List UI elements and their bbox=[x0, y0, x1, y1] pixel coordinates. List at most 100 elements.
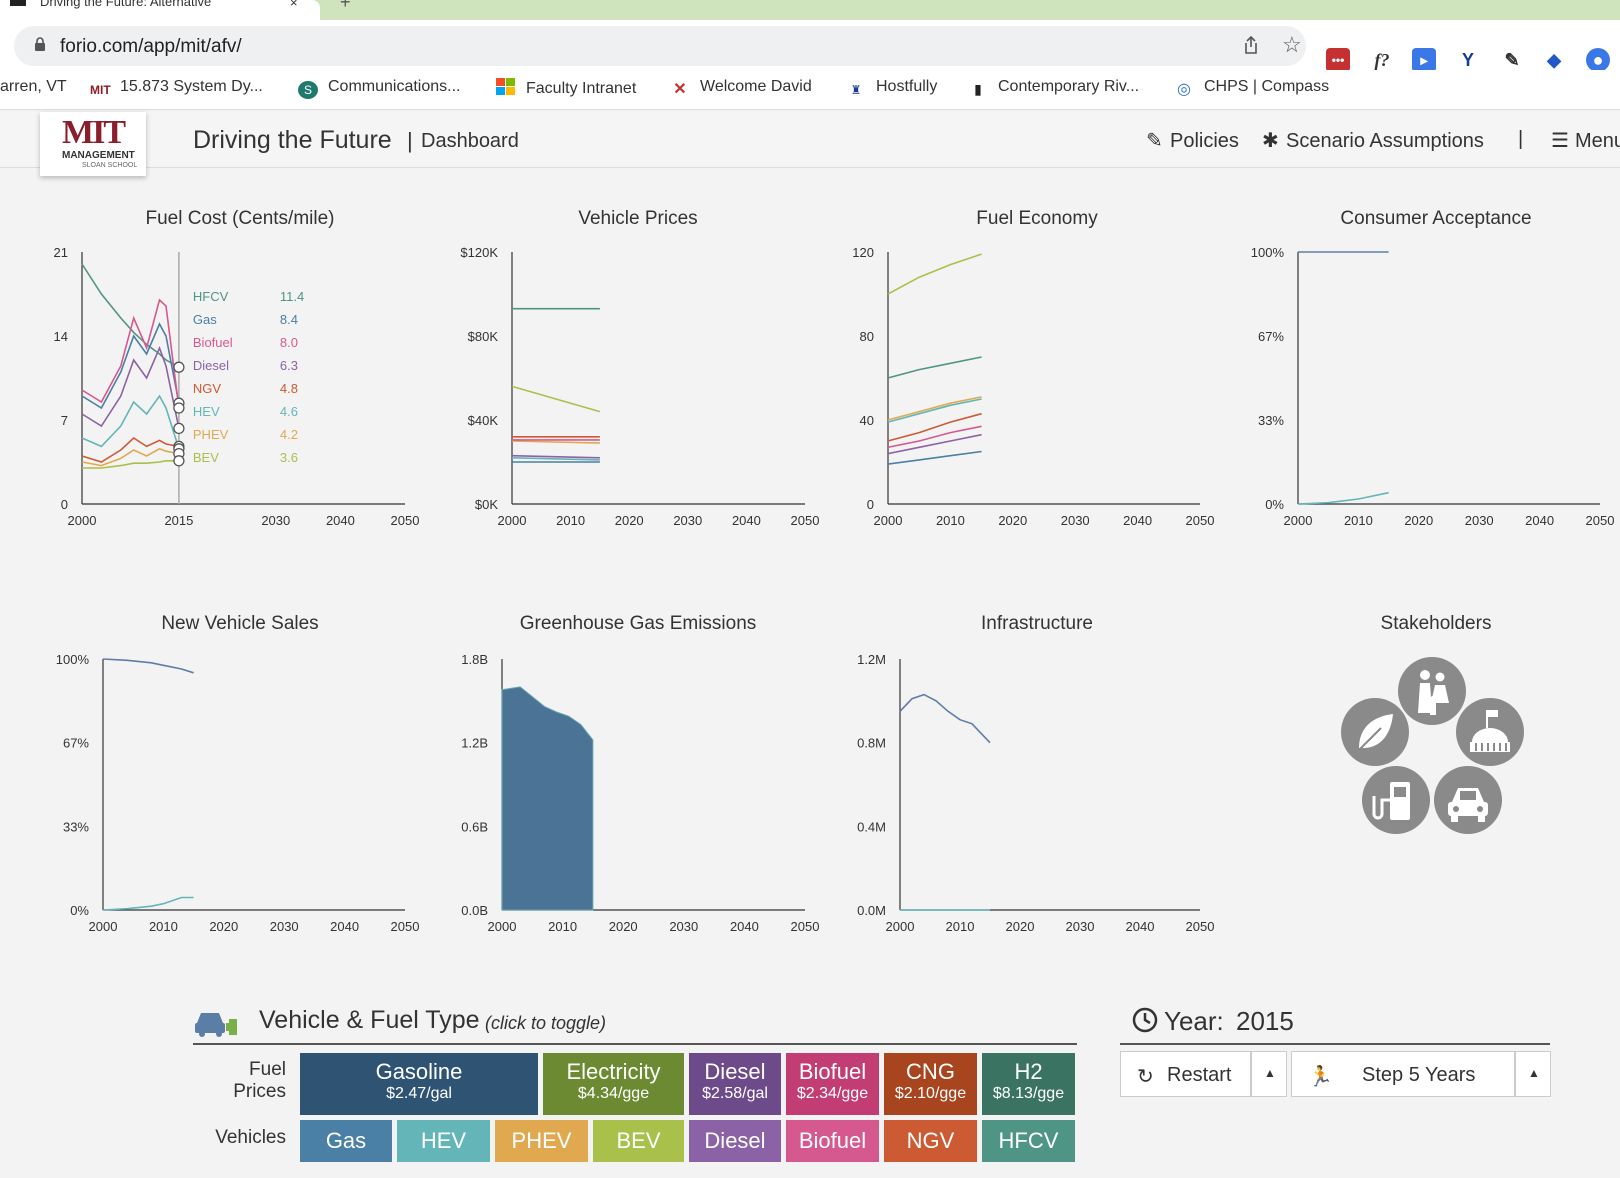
vehicle-tile-diesel[interactable]: Diesel bbox=[689, 1120, 781, 1162]
vehicle-tile-hfcv[interactable]: HFCV bbox=[982, 1120, 1075, 1162]
caret-up-icon: ▲ bbox=[1264, 1066, 1276, 1080]
x-tick-label: 2010 bbox=[149, 919, 178, 934]
line-series-hfcv bbox=[81, 263, 180, 368]
fuel-prices-label: Fuel Prices bbox=[233, 1059, 286, 1102]
year-label: Year: bbox=[1164, 1006, 1224, 1036]
line-series-hfcv bbox=[887, 356, 982, 379]
stakeholder-environment[interactable] bbox=[1341, 698, 1409, 766]
vehicle-tile-phev[interactable]: PHEV bbox=[495, 1120, 588, 1162]
fuel-tile-electricity[interactable]: Electricity $4.34/gge bbox=[543, 1053, 684, 1115]
x-tick-label: 2040 bbox=[330, 919, 359, 934]
y-tick-label: 7 bbox=[61, 413, 68, 428]
hover-legend-value: 4.8 bbox=[280, 381, 298, 396]
restart-button[interactable]: ↻ Restart bbox=[1120, 1051, 1251, 1097]
x-tick-label: 2010 bbox=[548, 919, 577, 934]
x-tick-label: 2050 bbox=[391, 513, 420, 528]
fuel-tile-cng[interactable]: CNG $2.10/gge bbox=[884, 1053, 977, 1115]
x-tick-label: 2020 bbox=[609, 919, 638, 934]
x-tick-label: 2000 bbox=[89, 919, 118, 934]
vehicle-tile-ngv[interactable]: NGV bbox=[884, 1120, 977, 1162]
y-tick-label: 0.6B bbox=[461, 819, 488, 834]
fuel-tile-diesel[interactable]: Diesel $2.58/gal bbox=[689, 1053, 781, 1115]
area-series-gas bbox=[501, 686, 594, 911]
y-tick-label: 21 bbox=[54, 245, 68, 260]
hover-legend-name: HFCV bbox=[193, 289, 229, 304]
line-series-hev bbox=[102, 896, 194, 911]
restart-dropdown-button[interactable]: ▲ bbox=[1251, 1051, 1287, 1097]
line-series-hev bbox=[887, 398, 982, 423]
x-tick-label: 2050 bbox=[391, 919, 420, 934]
hover-legend-name: PHEV bbox=[193, 427, 229, 442]
x-tick-label: 2020 bbox=[209, 919, 238, 934]
toggle-hint: (click to toggle) bbox=[485, 1013, 607, 1033]
x-tick-label: 2040 bbox=[730, 919, 759, 934]
fuel-pump-icon bbox=[1372, 782, 1410, 820]
hover-marker bbox=[173, 422, 185, 435]
x-tick-label: 2000 bbox=[68, 513, 97, 528]
y-tick-label: 0.0B bbox=[461, 903, 488, 918]
y-tick-label: 0% bbox=[70, 903, 89, 918]
y-tick-label: 40 bbox=[860, 413, 874, 428]
y-tick-label: 0.4M bbox=[857, 819, 886, 834]
x-tick-label: 2020 bbox=[998, 513, 1027, 528]
x-tick-label: 2040 bbox=[1525, 513, 1554, 528]
line-series-biofuel bbox=[81, 298, 180, 409]
vehicle-tile-hev[interactable]: HEV bbox=[397, 1120, 490, 1162]
vehicle-tile-biofuel[interactable]: Biofuel bbox=[786, 1120, 879, 1162]
x-tick-label: 2030 bbox=[261, 513, 290, 528]
y-tick-label: 1.2M bbox=[857, 652, 886, 667]
y-tick-label: 120 bbox=[852, 245, 874, 260]
y-tick-label: 100% bbox=[1251, 245, 1285, 260]
capitol-icon bbox=[1470, 710, 1510, 752]
fuel-cost-chart[interactable]: 2114702000 2015 2030 2040 2050$120K$80K$40K$… bbox=[0, 0, 1620, 1178]
x-tick-label: 2050 bbox=[1186, 919, 1215, 934]
stakeholder-automakers[interactable] bbox=[1434, 766, 1502, 834]
fuel-name: Electricity bbox=[566, 1059, 661, 1084]
step-dropdown-button[interactable]: ▲ bbox=[1515, 1051, 1551, 1097]
x-tick-label: 2030 bbox=[669, 919, 698, 934]
x-tick-label: 2000 bbox=[1284, 513, 1313, 528]
fuel-tile-biofuel[interactable]: Biofuel $2.34/gge bbox=[786, 1053, 879, 1115]
fuel-price: $2.10/gge bbox=[894, 1085, 967, 1102]
step-5-years-button[interactable]: 🏃 Step 5 Years bbox=[1291, 1051, 1515, 1097]
y-tick-label: 67% bbox=[1258, 329, 1284, 344]
x-tick-label: 2040 bbox=[732, 513, 761, 528]
vehicle-tile-gas[interactable]: Gas bbox=[300, 1120, 392, 1162]
y-tick-label: 1.2B bbox=[461, 736, 488, 751]
clock-icon bbox=[1132, 1007, 1158, 1033]
fuel-tile-h2[interactable]: H2 $8.13/gge bbox=[982, 1053, 1075, 1115]
x-tick-label: 2050 bbox=[791, 919, 820, 934]
line-series-gas bbox=[81, 322, 180, 410]
y-tick-label: 33% bbox=[63, 819, 89, 834]
step-label: Step 5 Years bbox=[1362, 1064, 1476, 1086]
x-tick-label: 2015 bbox=[164, 513, 193, 528]
stakeholder-fuel-providers[interactable] bbox=[1362, 766, 1430, 834]
stakeholder-government[interactable] bbox=[1456, 698, 1524, 766]
x-tick-label: 2050 bbox=[791, 513, 820, 528]
x-tick-label: 2000 bbox=[488, 919, 517, 934]
x-tick-label: 2010 bbox=[936, 513, 965, 528]
y-tick-label: 0.8M bbox=[857, 736, 886, 751]
x-tick-label: 2010 bbox=[946, 919, 975, 934]
hover-legend-name: Biofuel bbox=[193, 335, 233, 350]
runner-icon: 🏃 bbox=[1308, 1066, 1333, 1088]
vehicle-tile-bev[interactable]: BEV bbox=[593, 1120, 684, 1162]
hover-legend-name: HEV bbox=[193, 404, 220, 419]
x-tick-label: 2020 bbox=[1404, 513, 1433, 528]
caret-up-icon: ▲ bbox=[1528, 1066, 1540, 1080]
fuel-tile-gasoline[interactable]: Gasoline $2.47/gal bbox=[300, 1053, 538, 1115]
y-tick-label: 100% bbox=[56, 652, 90, 667]
vehicles-label: Vehicles bbox=[215, 1127, 286, 1148]
fuel-name: CNG bbox=[906, 1059, 955, 1084]
x-tick-label: 2040 bbox=[326, 513, 355, 528]
fuel-name: Gasoline bbox=[375, 1059, 463, 1084]
restart-label: Restart bbox=[1167, 1064, 1232, 1086]
fuel-price: $2.58/gal bbox=[702, 1085, 768, 1102]
y-tick-label: 14 bbox=[54, 329, 68, 344]
hover-legend-value: 3.6 bbox=[280, 450, 298, 465]
x-tick-label: 2000 bbox=[886, 919, 915, 934]
y-tick-label: 33% bbox=[1258, 413, 1284, 428]
x-tick-label: 2000 bbox=[498, 513, 527, 528]
hover-legend-value: 4.6 bbox=[280, 404, 298, 419]
y-tick-label: $80K bbox=[468, 329, 499, 344]
